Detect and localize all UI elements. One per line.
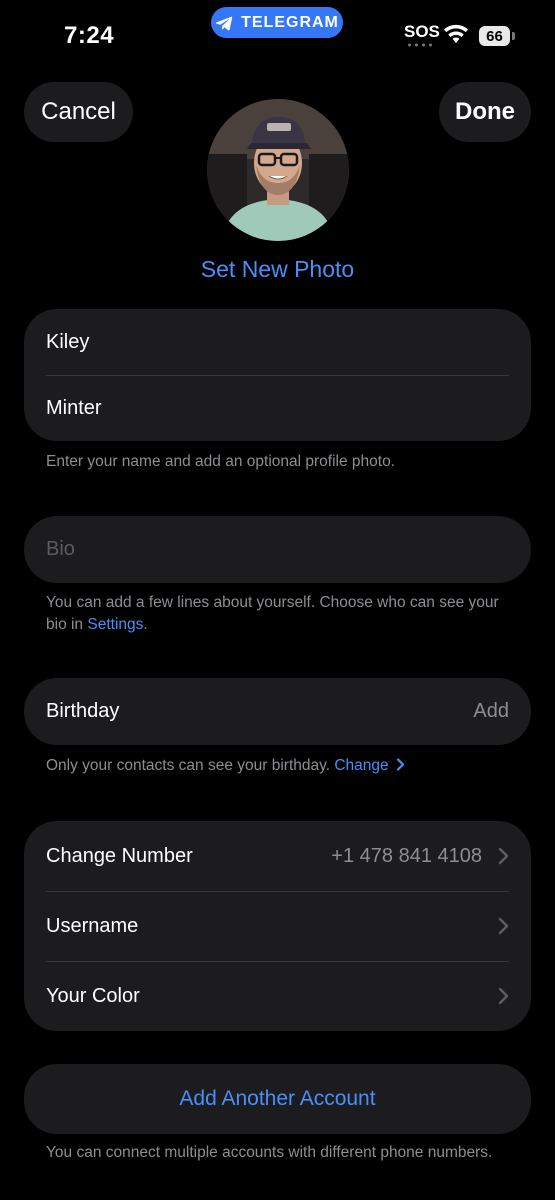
- signal-dots-icon: [406, 43, 434, 47]
- birthday-change-link[interactable]: Change: [334, 757, 405, 774]
- status-time: 7:24: [64, 22, 115, 49]
- birthday-hint-text: Only your contacts can see your birthday…: [46, 757, 331, 774]
- username-row[interactable]: Username: [24, 891, 531, 961]
- add-another-account-button[interactable]: Add Another Account: [24, 1064, 531, 1134]
- wifi-icon: [444, 24, 468, 43]
- bio-placeholder: Bio: [46, 538, 75, 560]
- change-link-label: Change: [334, 757, 389, 774]
- add-another-account-label: Add Another Account: [179, 1087, 376, 1110]
- birthday-hint: Only your contacts can see your birthday…: [46, 755, 516, 777]
- add-account-group: Add Another Account: [24, 1064, 531, 1134]
- chevron-right-icon: [498, 917, 509, 935]
- battery-icon: 66: [479, 26, 515, 46]
- chevron-right-icon: [498, 847, 509, 865]
- account-group: Change Number +1 478 841 4108 Username Y…: [24, 821, 531, 1031]
- your-color-row[interactable]: Your Color: [24, 961, 531, 1031]
- profile-avatar[interactable]: [207, 99, 349, 241]
- change-number-label: Change Number: [46, 844, 193, 867]
- add-account-hint: You can connect multiple accounts with d…: [46, 1144, 493, 1161]
- done-button[interactable]: Done: [439, 82, 531, 142]
- chevron-right-icon: [498, 987, 509, 1005]
- birthday-group: Birthday Add: [24, 678, 531, 745]
- chevron-right-icon: [396, 758, 405, 771]
- birthday-add-value: Add: [473, 700, 509, 722]
- profile-photo-image: [207, 99, 349, 241]
- birthday-row[interactable]: Birthday Add: [24, 678, 531, 745]
- telegram-return-pill[interactable]: TELEGRAM: [211, 7, 343, 38]
- telegram-pill-label: TELEGRAM: [241, 13, 339, 31]
- change-number-row[interactable]: Change Number +1 478 841 4108: [24, 821, 531, 891]
- name-group: Kiley Minter: [24, 309, 531, 441]
- settings-link[interactable]: Settings: [87, 616, 143, 633]
- username-label: Username: [46, 914, 139, 937]
- sos-indicator: SOS: [404, 22, 440, 41]
- bio-hint-suffix: .: [143, 616, 148, 633]
- last-name-value: Minter: [46, 396, 102, 419]
- set-new-photo-button[interactable]: Set New Photo: [0, 256, 555, 283]
- phone-number-value: +1 478 841 4108: [331, 844, 482, 867]
- battery-level: 66: [479, 26, 510, 46]
- name-hint: Enter your name and add an optional prof…: [46, 453, 395, 470]
- bio-field[interactable]: Bio: [24, 516, 531, 583]
- last-name-field[interactable]: Minter: [24, 375, 531, 441]
- your-color-label: Your Color: [46, 984, 140, 1007]
- bio-hint: You can add a few lines about yourself. …: [46, 592, 516, 636]
- cancel-button[interactable]: Cancel: [24, 82, 133, 142]
- first-name-value: Kiley: [46, 330, 90, 353]
- birthday-label: Birthday: [46, 700, 120, 722]
- telegram-plane-icon: [215, 16, 233, 30]
- first-name-field[interactable]: Kiley: [24, 309, 531, 375]
- bio-group: Bio: [24, 516, 531, 583]
